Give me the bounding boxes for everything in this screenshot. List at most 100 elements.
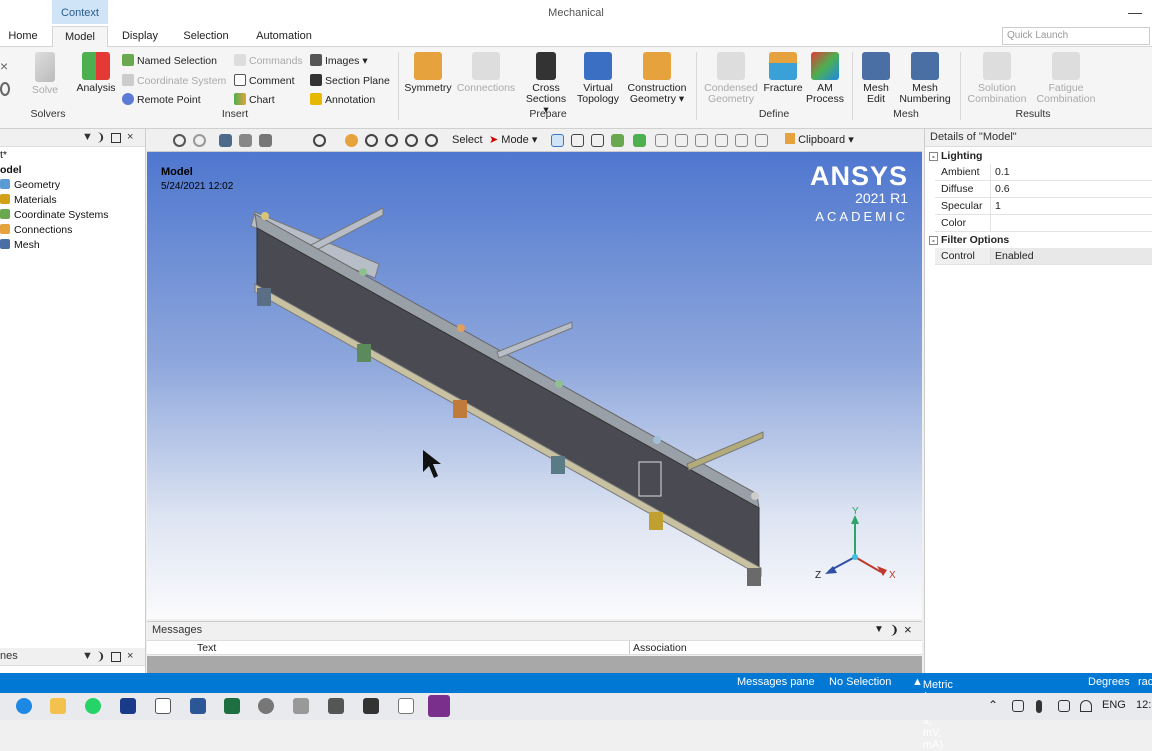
- pin-icon[interactable]: ❩: [96, 650, 105, 663]
- column-text[interactable]: Text: [197, 642, 216, 654]
- construction-geometry-button[interactable]: Construction Geometry ▾: [624, 52, 690, 105]
- tab-selection[interactable]: Selection: [176, 26, 236, 47]
- tree-item-coordinate-systems[interactable]: Coordinate Systems: [0, 209, 109, 221]
- box-zoom-icon[interactable]: [385, 134, 398, 147]
- quick-launch-input[interactable]: Quick Launch: [1002, 27, 1150, 45]
- grow-icon[interactable]: [755, 134, 768, 147]
- mesh-edit-button[interactable]: Mesh Edit: [856, 52, 896, 105]
- element-face-icon[interactable]: [655, 134, 668, 147]
- zoom-to-fit-icon[interactable]: [405, 134, 418, 147]
- edge-icon[interactable]: [16, 698, 32, 714]
- node-select-icon[interactable]: [633, 134, 646, 147]
- tree-item-connections[interactable]: Connections: [0, 224, 72, 236]
- tree-root[interactable]: t*: [0, 149, 7, 161]
- minimize-icon[interactable]: —: [1128, 4, 1144, 20]
- body-select-icon[interactable]: [611, 134, 624, 147]
- element-select-icon[interactable]: [675, 134, 688, 147]
- tree-item-mesh[interactable]: Mesh: [0, 239, 40, 251]
- app-icon[interactable]: [363, 698, 379, 714]
- images-button[interactable]: Images ▾: [310, 53, 368, 69]
- beam-model[interactable]: Y X Z: [147, 152, 922, 619]
- mechanical-icon[interactable]: [428, 695, 450, 717]
- remote-point-button[interactable]: Remote Point: [122, 92, 201, 108]
- am-process-button[interactable]: AM Process: [806, 52, 844, 105]
- close-icon[interactable]: ×: [0, 58, 10, 74]
- expand-icon[interactable]: [715, 134, 728, 147]
- filter-options-section[interactable]: - Filter Options: [929, 234, 1009, 246]
- maximize-icon[interactable]: [111, 133, 121, 143]
- notepad-icon[interactable]: [398, 698, 414, 714]
- whatsapp-icon[interactable]: [85, 698, 101, 714]
- commands-button[interactable]: Commands: [234, 53, 303, 69]
- maximize-icon[interactable]: [111, 652, 121, 662]
- chevron-up-icon[interactable]: ⌃: [988, 698, 998, 712]
- app-icon[interactable]: [293, 698, 309, 714]
- tree-item-materials[interactable]: Materials: [0, 194, 57, 206]
- clipboard-button[interactable]: Clipboard ▾: [785, 133, 854, 148]
- lighting-section[interactable]: - Lighting: [929, 150, 982, 162]
- comment-button[interactable]: Comment: [234, 73, 295, 89]
- dropdown-icon[interactable]: ▼: [82, 650, 93, 662]
- zoom-icon[interactable]: [365, 134, 378, 147]
- magnifier-icon[interactable]: [425, 134, 438, 147]
- search-icon[interactable]: [0, 82, 10, 96]
- detail-row-diffuse[interactable]: Diffuse 0.6: [935, 181, 1152, 198]
- solve-button[interactable]: Solve: [28, 52, 62, 96]
- close-icon[interactable]: ×: [904, 622, 912, 637]
- messages-pane-status[interactable]: Messages pane: [737, 676, 815, 688]
- zoom-out-icon[interactable]: [193, 134, 206, 147]
- select-all-icon[interactable]: [735, 134, 748, 147]
- settings-icon[interactable]: [258, 698, 274, 714]
- zoom-in-icon[interactable]: [173, 134, 186, 147]
- close-icon[interactable]: ×: [127, 131, 133, 143]
- dropdown-icon[interactable]: ▼: [874, 624, 884, 635]
- detail-row-ambient[interactable]: Ambient 0.1: [935, 164, 1152, 181]
- fracture-button[interactable]: Fracture: [762, 52, 804, 94]
- language-indicator[interactable]: ENG: [1102, 699, 1126, 711]
- speaker-icon[interactable]: [1058, 700, 1070, 712]
- pin-icon[interactable]: ❩: [96, 131, 105, 144]
- wifi-icon[interactable]: [1080, 700, 1092, 712]
- chart-button[interactable]: Chart: [234, 92, 275, 108]
- pan-icon[interactable]: [345, 134, 358, 147]
- tab-home[interactable]: Home: [4, 26, 42, 47]
- microphone-icon[interactable]: [1036, 700, 1042, 713]
- display-icon[interactable]: [1012, 700, 1024, 712]
- symmetry-button[interactable]: Symmetry: [404, 52, 452, 94]
- workbench-icon[interactable]: [155, 698, 171, 714]
- app-icon[interactable]: [190, 698, 206, 714]
- detail-row-color[interactable]: Color: [935, 215, 1152, 232]
- connections-button[interactable]: Connections: [456, 52, 516, 94]
- tab-model[interactable]: Model: [52, 26, 108, 48]
- column-association[interactable]: Association: [633, 642, 687, 654]
- rotate-icon[interactable]: [313, 134, 326, 147]
- wireframe-icon[interactable]: [239, 134, 252, 147]
- excel-icon[interactable]: [224, 698, 240, 714]
- file-explorer-icon[interactable]: [50, 698, 66, 714]
- named-selection-button[interactable]: Named Selection: [122, 53, 217, 69]
- select-button[interactable]: Select: [452, 133, 483, 148]
- tree-item-model[interactable]: odel: [0, 164, 22, 176]
- tree-item-geometry[interactable]: Geometry: [0, 179, 60, 191]
- extend-icon[interactable]: [695, 134, 708, 147]
- edges-icon[interactable]: [259, 134, 272, 147]
- vertex-select-icon[interactable]: [551, 134, 564, 147]
- tab-automation[interactable]: Automation: [250, 26, 318, 47]
- close-icon[interactable]: ×: [127, 650, 133, 662]
- dropdown-icon[interactable]: ▼: [82, 131, 93, 143]
- condensed-geometry-button[interactable]: Condensed Geometry: [702, 52, 760, 105]
- context-tab[interactable]: Context: [52, 0, 108, 24]
- coordinate-system-button[interactable]: Coordinate System: [122, 73, 226, 89]
- units-status[interactable]: ▲ Metric (mm, kg, N, s, mV, mA): [912, 676, 953, 751]
- detail-row-specular[interactable]: Specular 1: [935, 198, 1152, 215]
- shaded-view-icon[interactable]: [219, 134, 232, 147]
- graphics-viewport[interactable]: Model 5/24/2021 12:02 ANSYS 2021 R1 ACAD…: [147, 152, 922, 619]
- edge-select-icon[interactable]: [571, 134, 584, 147]
- spaceclaim-icon[interactable]: [120, 698, 136, 714]
- cross-sections-button[interactable]: Cross Sections ▾: [522, 52, 570, 116]
- detail-row-control[interactable]: Control Enabled: [935, 248, 1152, 265]
- mode-button[interactable]: ➤ Mode ▾: [489, 133, 537, 148]
- annotation-button[interactable]: Annotation: [310, 92, 375, 108]
- analysis-button[interactable]: Analysis: [74, 52, 118, 94]
- angle-units-status[interactable]: Degrees: [1088, 676, 1130, 688]
